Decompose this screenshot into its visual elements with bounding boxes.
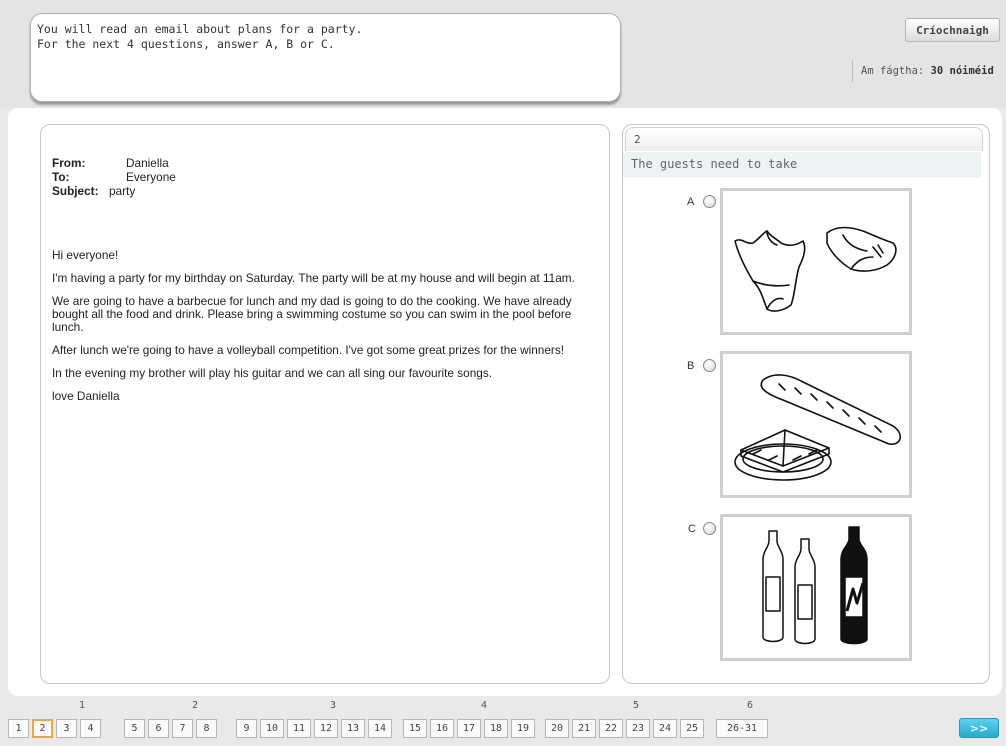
nav-question-1[interactable]: 1 — [8, 719, 29, 738]
section-number-5: 5 — [633, 700, 640, 711]
nav-question-14[interactable]: 14 — [368, 719, 392, 738]
instructions-line-1: You will read an email about plans for a… — [37, 22, 363, 36]
nav-question-12[interactable]: 12 — [314, 719, 338, 738]
nav-question-5[interactable]: 5 — [124, 719, 145, 738]
email-signoff: love Daniella — [52, 389, 120, 403]
section-number-3: 3 — [330, 700, 337, 711]
nav-question-11[interactable]: 11 — [287, 719, 311, 738]
nav-question-18[interactable]: 18 — [484, 719, 508, 738]
next-button[interactable]: >> — [959, 718, 999, 738]
timer-label: Am fágtha: — [861, 65, 925, 77]
from-value: Daniella — [126, 156, 169, 170]
option-b-label: B — [687, 360, 695, 372]
to-label: To: — [52, 170, 70, 184]
option-b-image[interactable] — [720, 351, 912, 498]
nav-question-3[interactable]: 3 — [56, 719, 77, 738]
to-value: Everyone — [126, 170, 176, 184]
section-number-1: 1 — [79, 700, 86, 711]
email-paragraph-2: We are going to have a barbecue for lunc… — [52, 294, 572, 334]
question-number: 2 — [634, 133, 641, 146]
question-number-tab: 2 — [625, 127, 983, 151]
nav-question-10[interactable]: 10 — [260, 719, 284, 738]
nav-question-25[interactable]: 25 — [680, 719, 704, 738]
email-greeting: Hi everyone! — [52, 248, 119, 262]
finish-button[interactable]: Críochnaigh — [905, 18, 1000, 42]
sandwich-icon — [734, 374, 901, 481]
option-a-label: A — [687, 196, 695, 208]
email-paragraph-3: After lunch we're going to have a volley… — [52, 343, 565, 357]
nav-question-20[interactable]: 20 — [545, 719, 569, 738]
nav-question-16[interactable]: 16 — [430, 719, 454, 738]
nav-question-15[interactable]: 15 — [403, 719, 427, 738]
nav-question-2[interactable]: 2 — [32, 719, 53, 738]
nav-question-22[interactable]: 22 — [599, 719, 623, 738]
nav-question-6[interactable]: 6 — [148, 719, 169, 738]
nav-question-24[interactable]: 24 — [653, 719, 677, 738]
section-number-6: 6 — [747, 700, 754, 711]
drink-bottles-icon — [762, 526, 868, 645]
section-number-2: 2 — [192, 700, 199, 711]
email-paragraph-4: In the evening my brother will play his … — [52, 366, 492, 380]
option-a-radio[interactable] — [703, 195, 716, 208]
option-c-label: C — [688, 523, 696, 535]
nav-question-8[interactable]: 8 — [196, 719, 217, 738]
option-c-image[interactable] — [720, 514, 912, 661]
option-b-radio[interactable] — [703, 359, 716, 372]
nav-question-26-31[interactable]: 26-31 — [716, 719, 768, 738]
email-paragraph-1: I'm having a party for my birthday on Sa… — [52, 271, 575, 285]
email-body: Hi everyone! I'm having a party for my b… — [52, 249, 602, 413]
nav-question-19[interactable]: 19 — [511, 719, 535, 738]
subject-value: party — [109, 184, 136, 198]
nav-question-13[interactable]: 13 — [341, 719, 365, 738]
instructions-line-2: For the next 4 questions, answer A, B or… — [37, 37, 335, 51]
nav-question-17[interactable]: 17 — [457, 719, 481, 738]
nav-question-9[interactable]: 9 — [236, 719, 257, 738]
subject-label: Subject: — [52, 184, 99, 198]
timer: Am fágtha: 30 nóiméid — [852, 60, 994, 82]
option-c-radio[interactable] — [703, 522, 716, 535]
nav-question-4[interactable]: 4 — [80, 719, 101, 738]
from-label: From: — [52, 156, 86, 170]
question-stem: The guests need to take — [623, 152, 981, 178]
nav-question-23[interactable]: 23 — [626, 719, 650, 738]
nav-question-7[interactable]: 7 — [172, 719, 193, 738]
swimming-costume-icon — [734, 226, 897, 312]
nav-question-21[interactable]: 21 — [572, 719, 596, 738]
timer-value: 30 nóiméid — [930, 65, 994, 77]
option-a-image[interactable] — [720, 188, 912, 335]
instructions-box: You will read an email about plans for a… — [30, 13, 621, 102]
section-number-4: 4 — [481, 700, 488, 711]
email-panel: From: Daniella To: Everyone Subject: par… — [40, 124, 610, 684]
